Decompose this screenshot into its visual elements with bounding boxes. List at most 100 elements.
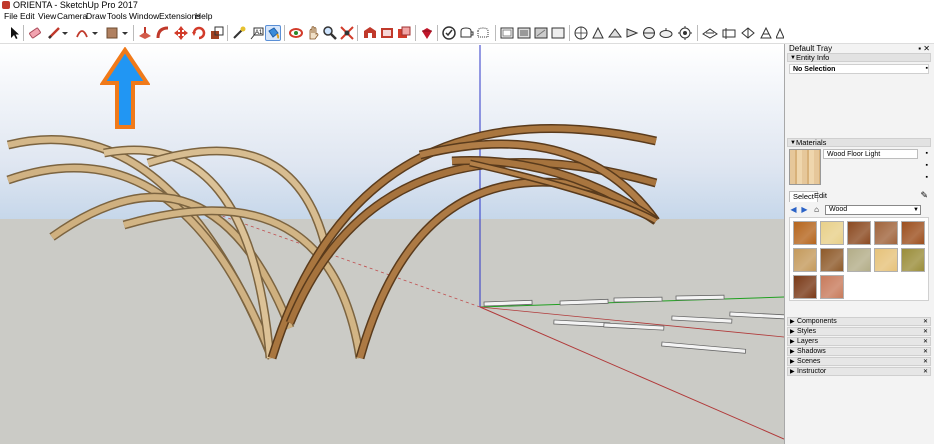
material-swatch[interactable] (847, 248, 871, 272)
xray-icon[interactable] (441, 25, 457, 41)
shaded-textures-icon[interactable] (533, 25, 549, 41)
tray-buttons[interactable]: ▪ ✕ (918, 44, 930, 53)
back-edges-icon[interactable] (458, 25, 474, 41)
eyedropper-icon[interactable]: ✎ (920, 190, 928, 201)
zoom-icon[interactable] (322, 25, 338, 41)
chevron-down-icon[interactable] (121, 25, 129, 41)
window-title: ORIENTA - SketchUp Pro 2017 (13, 0, 138, 10)
material-swatch[interactable] (901, 248, 925, 272)
scale-icon[interactable] (209, 25, 225, 41)
material-swatch[interactable] (793, 221, 817, 245)
material-swatch[interactable] (901, 221, 925, 245)
iso-view-icon[interactable] (573, 25, 589, 41)
eraser-icon[interactable] (27, 25, 43, 41)
section-cut-icon[interactable] (721, 25, 737, 41)
select-tool-icon[interactable] (6, 25, 22, 41)
create-material-icon[interactable]: ▪ (926, 162, 928, 169)
ruby-icon[interactable] (419, 25, 435, 41)
panel-instructor[interactable]: ▶ Instructor ✕ (787, 367, 931, 376)
section-display-icon[interactable] (702, 25, 718, 41)
forward-icon[interactable]: ▶ (800, 205, 809, 214)
material-swatch[interactable] (820, 248, 844, 272)
arc-tool-icon[interactable] (74, 25, 90, 41)
front-view-icon[interactable] (607, 25, 623, 41)
pan-icon[interactable] (305, 25, 321, 41)
layout-icon[interactable] (396, 25, 412, 41)
menu-file[interactable]: File (4, 11, 18, 22)
material-swatch[interactable] (874, 248, 898, 272)
paint-bucket-icon[interactable] (265, 25, 281, 41)
collapse-triangle-icon: ▼ (790, 140, 796, 146)
rectangle-tool-icon[interactable] (104, 25, 120, 41)
back-view-icon[interactable] (641, 25, 657, 41)
material-swatch[interactable] (847, 221, 871, 245)
material-preview (789, 149, 821, 185)
fog-icon[interactable] (758, 25, 774, 41)
model-viewport[interactable] (0, 45, 784, 444)
menu-tools[interactable]: Tools (107, 11, 127, 22)
material-swatch-grid (789, 217, 929, 301)
wireframe-icon[interactable] (475, 25, 491, 41)
left-view-icon[interactable] (658, 25, 674, 41)
panel-shadows-label: Shadows (797, 348, 826, 355)
chevron-down-icon[interactable] (91, 25, 99, 41)
zoom-extents-icon[interactable] (339, 25, 355, 41)
chevron-down-icon[interactable] (61, 25, 69, 41)
material-swatch[interactable] (793, 248, 817, 272)
top-view-icon[interactable] (590, 25, 606, 41)
line-tool-icon[interactable] (46, 25, 62, 41)
left-arches[interactable] (6, 135, 365, 360)
library-select[interactable]: Wood ▼ (825, 205, 921, 215)
monochrome-icon[interactable] (550, 25, 566, 41)
move-icon[interactable] (173, 25, 189, 41)
menu-view[interactable]: View (38, 11, 56, 22)
orbit-icon[interactable] (288, 25, 304, 41)
menu-edit[interactable]: Edit (20, 11, 35, 22)
panel-components[interactable]: ▶ Components ✕ (787, 317, 931, 326)
home-icon[interactable]: ⌂ (812, 205, 821, 214)
tab-edit[interactable]: Edit (811, 191, 830, 201)
material-swatch[interactable] (793, 275, 817, 299)
up-arrow-annotation (100, 47, 150, 129)
svg-text:A1: A1 (255, 30, 263, 36)
material-swatch[interactable] (820, 221, 844, 245)
section-plane-icon[interactable] (677, 25, 693, 41)
menu-camera[interactable]: Camera (57, 11, 87, 22)
material-name-field[interactable]: Wood Floor Light (823, 149, 918, 159)
extension-warehouse-icon[interactable] (379, 25, 395, 41)
warehouse-icon[interactable] (362, 25, 378, 41)
push-pull-icon[interactable] (137, 25, 153, 41)
menu-draw[interactable]: Draw (86, 11, 106, 22)
right-view-icon[interactable] (624, 25, 640, 41)
shadows-icon[interactable] (740, 25, 756, 41)
panel-styles[interactable]: ▶ Styles ✕ (787, 327, 931, 336)
shaded-icon[interactable] (516, 25, 532, 41)
hidden-line-icon[interactable] (499, 25, 515, 41)
sketchup-app-icon (2, 1, 10, 9)
materials-header[interactable]: ▼ Materials (787, 138, 931, 147)
panel-layers-label: Layers (797, 338, 819, 345)
menu-bar: File Edit View Camera Draw Tools Window … (0, 11, 934, 22)
menu-window[interactable]: Window (129, 11, 159, 22)
lock-icon[interactable]: ▪ (926, 65, 928, 72)
panel-scenes[interactable]: ▶ Scenes ✕ (787, 357, 931, 366)
panel-shadows[interactable]: ▶ Shadows ✕ (787, 347, 931, 356)
chevron-down-icon: ▼ (913, 207, 919, 213)
material-swatch[interactable] (874, 221, 898, 245)
follow-me-icon[interactable] (155, 25, 171, 41)
tape-measure-icon[interactable] (231, 25, 247, 41)
ground-beams[interactable] (483, 294, 784, 354)
default-tray: Default Tray ▪ ✕ ▼ Entity Info No Select… (784, 44, 934, 444)
material-swatch[interactable] (820, 275, 844, 299)
panel-styles-label: Styles (797, 328, 817, 335)
panel-layers[interactable]: ▶ Layers ✕ (787, 337, 931, 346)
menu-help[interactable]: Help (195, 11, 212, 22)
entity-info-header[interactable]: ▼ Entity Info (787, 53, 931, 62)
back-icon[interactable]: ◀ (789, 205, 798, 214)
text-tool-icon[interactable]: A1 (249, 25, 265, 41)
library-name: Wood (829, 206, 848, 213)
default-material-icon[interactable]: ▪ (926, 174, 928, 181)
rotate-icon[interactable] (191, 25, 207, 41)
lock-icon[interactable]: ▪ (926, 150, 928, 157)
toolbar-overflow (784, 22, 934, 44)
